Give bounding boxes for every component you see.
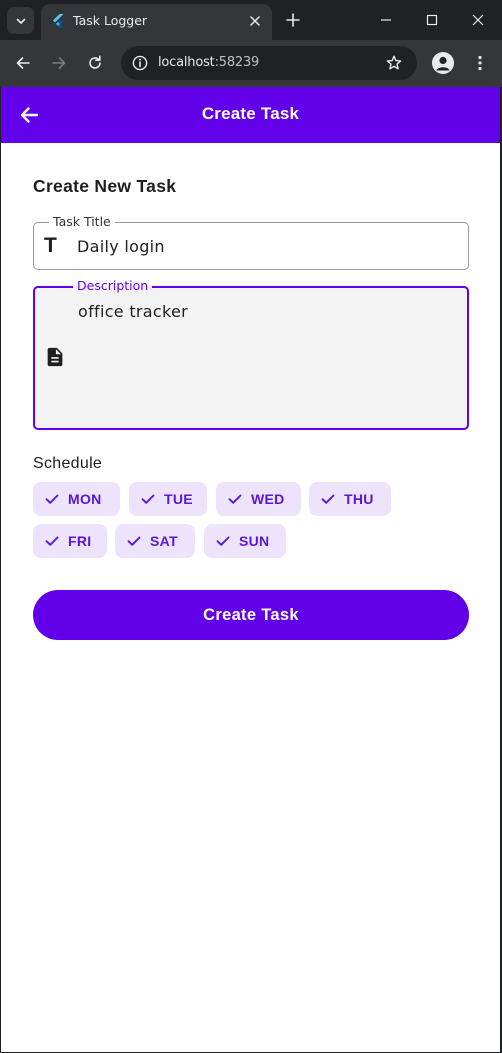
bookmark-star-icon[interactable] bbox=[385, 54, 403, 72]
check-icon bbox=[45, 536, 59, 546]
create-task-button[interactable]: Create Task bbox=[33, 590, 469, 640]
task-title-value[interactable]: Daily login bbox=[77, 237, 165, 256]
day-chip-fri[interactable]: FRI bbox=[33, 524, 107, 558]
info-icon[interactable] bbox=[131, 54, 149, 72]
check-icon bbox=[228, 494, 242, 504]
chevron-down-icon bbox=[16, 18, 25, 24]
check-icon bbox=[321, 494, 335, 504]
app-viewport: Create Task Create New Task Task Title T… bbox=[1, 87, 500, 1052]
title-text-icon: T bbox=[44, 234, 57, 257]
more-vert-icon[interactable] bbox=[470, 53, 490, 73]
day-chip-sun[interactable]: SUN bbox=[204, 524, 286, 558]
check-icon bbox=[45, 494, 59, 504]
close-icon[interactable] bbox=[247, 13, 263, 29]
minimize-icon[interactable] bbox=[376, 10, 396, 30]
browser-toolbar: localhost:58239 bbox=[0, 40, 502, 87]
check-icon bbox=[127, 536, 141, 546]
person-icon bbox=[436, 56, 450, 71]
day-chip-label: MON bbox=[68, 491, 102, 507]
url-text: localhost:58239 bbox=[158, 55, 260, 70]
browser-tab[interactable]: Task Logger bbox=[41, 4, 272, 40]
back-nav-icon[interactable] bbox=[13, 53, 33, 73]
description-value[interactable]: office tracker bbox=[78, 302, 188, 321]
profile-avatar[interactable] bbox=[432, 52, 454, 74]
day-chip-mon[interactable]: MON bbox=[33, 482, 120, 516]
reload-icon[interactable] bbox=[85, 53, 105, 73]
tab-search-button[interactable] bbox=[7, 7, 34, 34]
description-field[interactable]: Description office tracker bbox=[33, 279, 469, 430]
flutter-icon bbox=[53, 14, 64, 28]
day-chip-label: THU bbox=[344, 491, 374, 507]
address-bar[interactable]: localhost:58239 bbox=[121, 46, 417, 80]
day-chip-label: TUE bbox=[164, 491, 193, 507]
day-chip-tue[interactable]: TUE bbox=[129, 482, 207, 516]
day-chip-thu[interactable]: THU bbox=[309, 482, 391, 516]
day-chip-sat[interactable]: SAT bbox=[115, 524, 195, 558]
day-chip-label: WED bbox=[251, 491, 285, 507]
check-icon bbox=[216, 536, 230, 546]
task-title-label: Task Title bbox=[49, 215, 115, 229]
page-title: Create Task bbox=[201, 104, 300, 123]
form-heading: Create New Task bbox=[33, 176, 177, 196]
check-icon bbox=[141, 494, 155, 504]
forward-nav-icon[interactable] bbox=[49, 53, 69, 73]
day-chip-label: SUN bbox=[239, 533, 270, 549]
window-close-icon[interactable] bbox=[468, 10, 488, 30]
day-chip-label: SAT bbox=[150, 533, 178, 549]
maximize-icon[interactable] bbox=[422, 10, 442, 30]
day-chip-wed[interactable]: WED bbox=[216, 482, 301, 516]
tab-title: Task Logger bbox=[73, 13, 148, 28]
day-chip-label: FRI bbox=[68, 533, 92, 549]
description-document-icon bbox=[47, 347, 63, 367]
app-bar: Create Task bbox=[1, 87, 500, 143]
schedule-label: Schedule bbox=[33, 455, 103, 472]
description-label: Description bbox=[73, 279, 153, 293]
create-task-button-label: Create Task bbox=[203, 605, 299, 624]
task-title-field[interactable]: Task Title T Daily login bbox=[33, 215, 469, 270]
browser-tabbar: Task Logger bbox=[0, 0, 502, 40]
new-tab-icon[interactable] bbox=[284, 11, 302, 29]
